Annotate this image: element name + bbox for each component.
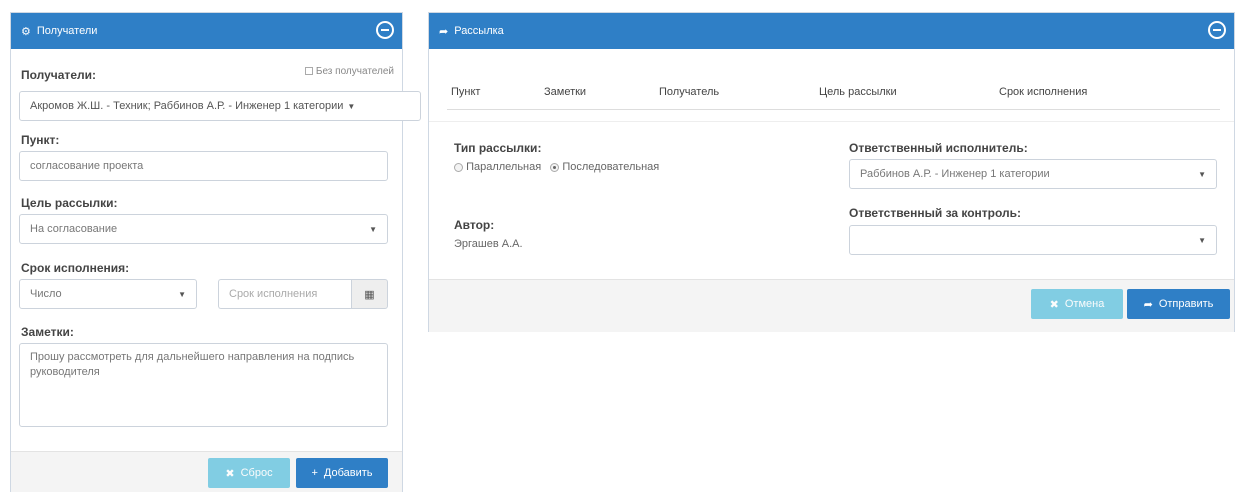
no-recipients-label: Без получателей xyxy=(315,66,394,77)
column-header: Получатель xyxy=(659,86,720,98)
column-header: Заметки xyxy=(544,86,587,98)
responsible-label: Ответственный исполнитель: xyxy=(849,141,1028,155)
chevron-down-icon[interactable]: ▼ xyxy=(369,225,377,234)
recipients-select[interactable]: Акромов Ж.Ш. - Техник; Раббинов А.Р. - И… xyxy=(19,91,421,121)
close-icon: ✖ xyxy=(1049,298,1059,311)
punkt-input-value: согласование проекта xyxy=(30,160,144,172)
mailing-panel-title: Рассылка xyxy=(454,25,504,37)
minus-circle-icon[interactable] xyxy=(376,21,394,39)
recipients-panel-header: ⚙ Получатели xyxy=(11,13,402,49)
column-header: Срок исполнения xyxy=(999,86,1088,98)
notes-textarea[interactable]: Прошу рассмотреть для дальнейшего направ… xyxy=(19,343,388,427)
recipients-select-value: Акромов Ж.Ш. - Техник; Раббинов А.Р. - И… xyxy=(30,100,344,112)
author-label: Автор: xyxy=(454,218,495,232)
radio-parallel[interactable]: Параллельная xyxy=(454,161,541,173)
calendar-icon: ▦ xyxy=(364,288,375,301)
no-recipients-checkbox[interactable]: Без получателей xyxy=(304,66,394,77)
control-label: Ответственный за контроль: xyxy=(849,206,1022,220)
purpose-select[interactable]: На согласование ▼ xyxy=(19,214,388,244)
reset-button[interactable]: ✖ Сброс xyxy=(208,458,290,488)
chevron-down-icon[interactable]: ▼ xyxy=(1198,236,1206,245)
mailing-type-label: Тип рассылки: xyxy=(454,141,542,155)
recipients-panel: ⚙ Получатели Получатели: Без получателей… xyxy=(10,12,421,492)
table-divider xyxy=(447,109,1220,110)
plus-icon: + xyxy=(311,467,318,479)
add-button-label: Добавить xyxy=(323,467,373,479)
responsible-select[interactable]: Раббинов А.Р. - Инженер 1 категории ▼ xyxy=(849,159,1217,189)
table-divider-2 xyxy=(429,121,1234,122)
responsible-select-value: Раббинов А.Р. - Инженер 1 категории xyxy=(860,168,1050,180)
deadline-label: Срок исполнения: xyxy=(21,261,130,275)
deadline-type-value: Число xyxy=(30,288,62,300)
purpose-label: Цель рассылки: xyxy=(21,196,118,210)
radio-sequential[interactable]: Последовательная xyxy=(550,161,659,173)
cancel-button[interactable]: ✖ Отмена xyxy=(1031,289,1123,319)
share-icon: ➦ xyxy=(1143,298,1153,311)
send-button-label: Отправить xyxy=(1158,298,1214,310)
radio-sequential-label: Последовательная xyxy=(562,161,660,173)
radio-checked-icon[interactable] xyxy=(550,162,560,172)
mailing-panel: ➦ Рассылка Пункт Заметки Получатель Цель… xyxy=(428,12,1235,332)
minus-circle-icon[interactable] xyxy=(1208,21,1226,39)
cancel-button-label: Отмена xyxy=(1064,298,1105,310)
add-button[interactable]: + Добавить xyxy=(296,458,388,488)
radio-icon[interactable] xyxy=(454,162,463,172)
share-icon: ➦ xyxy=(439,25,449,38)
column-header: Пункт xyxy=(451,86,481,98)
mailing-panel-header: ➦ Рассылка xyxy=(429,13,1234,49)
chevron-down-icon[interactable]: ▼ xyxy=(178,290,186,299)
radio-parallel-label: Параллельная xyxy=(466,161,542,173)
chevron-down-icon[interactable]: ▼ xyxy=(1198,170,1206,179)
notes-label: Заметки: xyxy=(21,325,74,339)
close-icon: ✖ xyxy=(225,467,235,480)
mailing-type-radios: Параллельная Последовательная xyxy=(454,161,659,173)
checkbox-icon[interactable] xyxy=(304,67,313,76)
deadline-date-input[interactable]: Срок исполнения xyxy=(218,279,351,309)
column-header: Цель рассылки xyxy=(819,86,897,98)
punkt-label: Пункт: xyxy=(21,133,60,147)
deadline-type-select[interactable]: Число ▼ xyxy=(19,279,197,309)
send-button[interactable]: ➦ Отправить xyxy=(1127,289,1230,319)
punkt-input[interactable]: согласование проекта xyxy=(19,151,388,181)
purpose-select-value: На согласование xyxy=(30,223,118,235)
reset-button-label: Сброс xyxy=(240,467,273,479)
recipients-label: Получатели: xyxy=(21,68,96,82)
gear-icon: ⚙ xyxy=(21,25,31,38)
control-select[interactable]: ▼ xyxy=(849,225,1217,255)
calendar-button[interactable]: ▦ xyxy=(351,279,388,309)
chevron-down-icon[interactable]: ▼ xyxy=(347,102,355,111)
notes-textarea-value: Прошу рассмотреть для дальнейшего направ… xyxy=(30,351,355,378)
recipients-panel-title: Получатели xyxy=(36,25,98,37)
deadline-date-placeholder: Срок исполнения xyxy=(229,288,318,300)
author-value: Эргашев А.А. xyxy=(454,238,523,250)
